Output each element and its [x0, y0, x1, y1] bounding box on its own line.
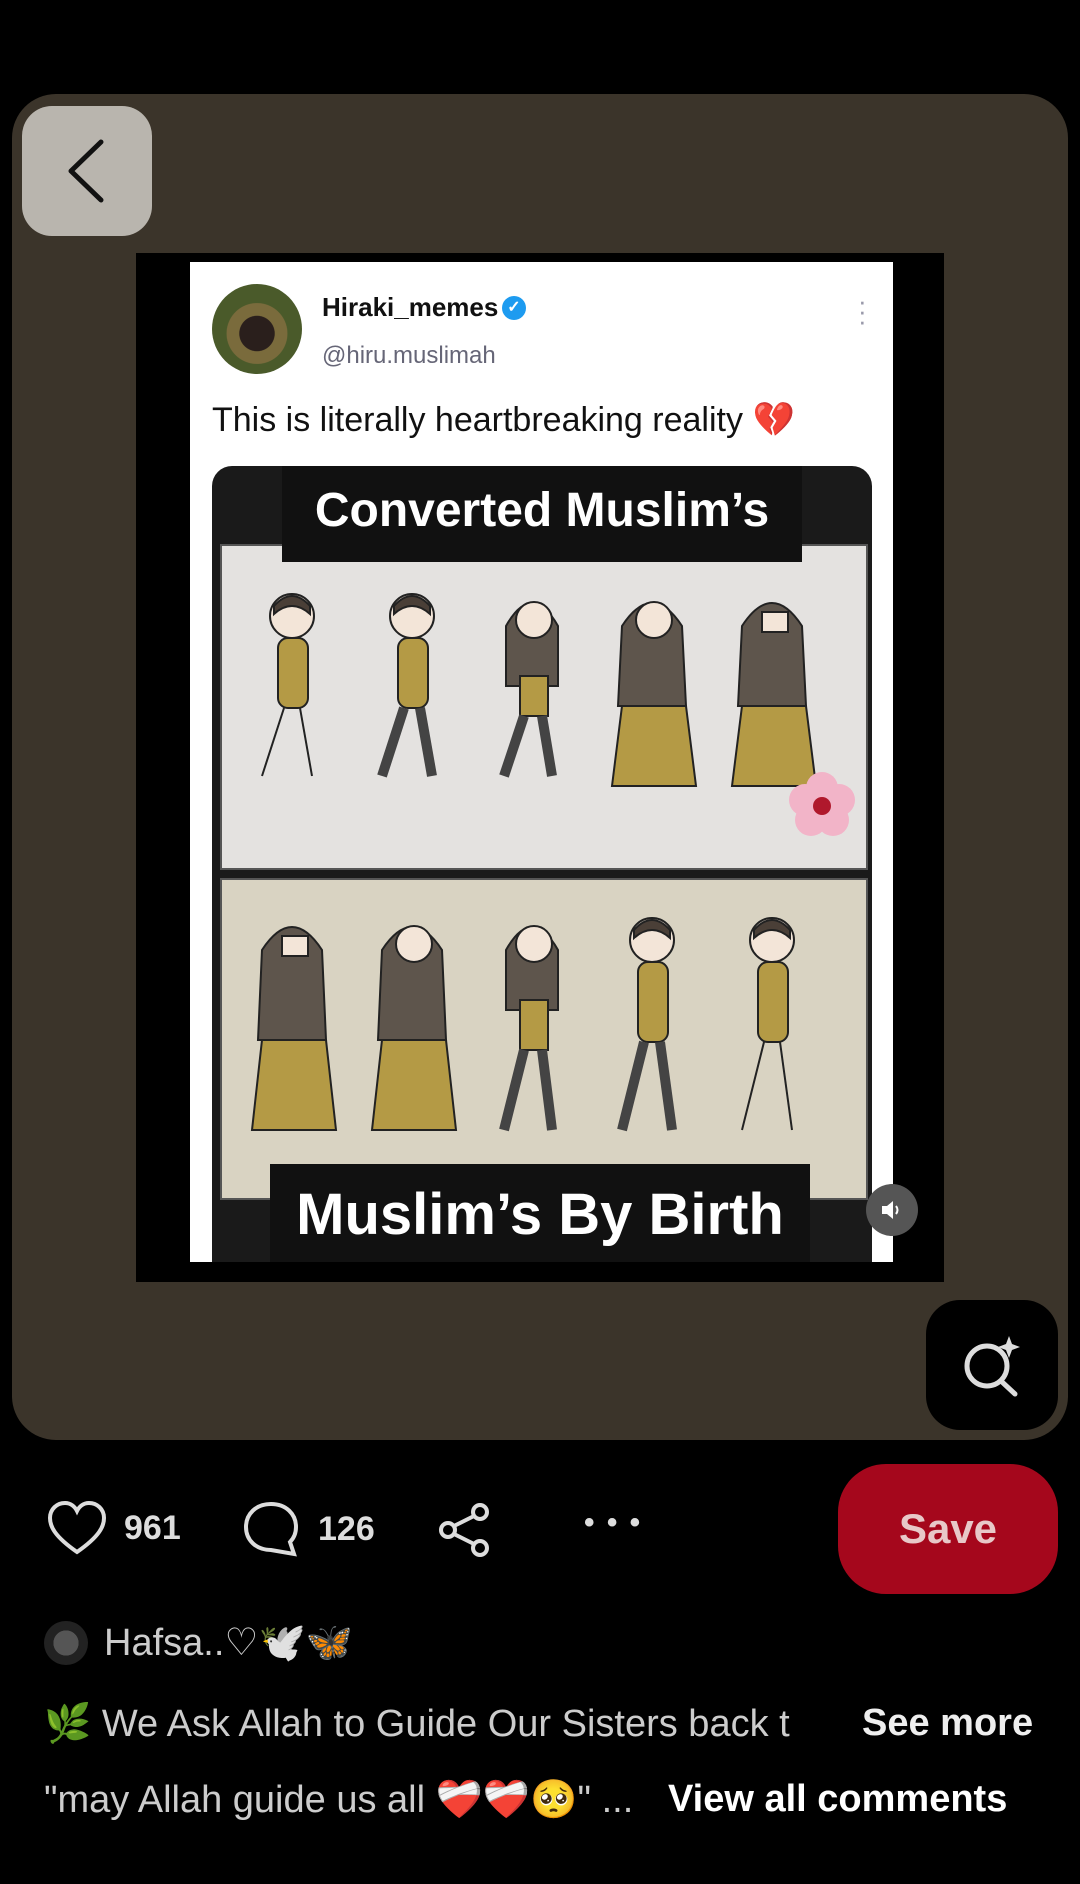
more-vertical-icon: · · ·: [858, 286, 867, 336]
walking-figures-illustration: [261, 593, 855, 836]
comic-caption-top: Converted Muslim’s: [282, 466, 802, 562]
more-options-button[interactable]: • • •: [584, 1506, 642, 1540]
see-more-link[interactable]: See more: [862, 1702, 1033, 1745]
comic-caption-bottom: Muslim’s By Birth: [270, 1164, 810, 1262]
visual-search-button[interactable]: [926, 1300, 1058, 1430]
broken-heart-icon: 💔: [752, 401, 795, 439]
tweet-text: This is literally heartbreaking reality …: [212, 400, 795, 440]
share-button[interactable]: [436, 1502, 492, 1558]
sound-button[interactable]: [866, 1184, 918, 1236]
pin-description: 🌿 We Ask Allah to Guide Our Sisters back…: [44, 1703, 790, 1745]
walking-figures-illustration-reverse: [250, 917, 795, 1132]
pin-author[interactable]: Hafsa..♡🕊️🦋: [44, 1620, 353, 1665]
avatar[interactable]: [44, 1620, 88, 1665]
tweet-text-body: This is literally heartbreaking reality: [212, 401, 743, 439]
top-comment: "may Allah guide us all ❤️‍🩹❤️‍🩹🥺" ...: [44, 1779, 634, 1821]
comment-button[interactable]: 126: [242, 1500, 375, 1558]
like-button[interactable]: 961: [46, 1500, 181, 1556]
comic-illustration: Converted Muslim’s Muslim’s By Birth: [212, 466, 872, 1262]
pin-image[interactable]: Hiraki_memes ✓ @hiru.muslimah · · · This i…: [190, 262, 893, 1262]
save-button[interactable]: Save: [838, 1464, 1058, 1594]
comment-count: 126: [318, 1509, 375, 1548]
tweet-author-name: Hiraki_memes: [322, 292, 499, 322]
tweet-avatar: [212, 284, 302, 374]
comment-bubble-icon: [243, 1501, 299, 1557]
comic-panel-top: [220, 544, 868, 870]
view-all-comments-link[interactable]: View all comments: [668, 1778, 1007, 1821]
chevron-left-icon: [68, 139, 104, 203]
comic-panel-bottom: [220, 878, 868, 1200]
speaker-icon: [882, 1201, 899, 1219]
more-options-icon: • • •: [584, 1506, 643, 1539]
tweet-author-handle: @hiru.muslimah: [322, 342, 496, 369]
back-button[interactable]: [22, 106, 152, 236]
heart-icon: [47, 1500, 107, 1555]
share-icon: [439, 1503, 489, 1557]
lens-search-icon: [964, 1336, 1020, 1397]
author-name[interactable]: Hafsa..♡🕊️🦋: [104, 1620, 353, 1665]
like-count: 961: [124, 1508, 181, 1547]
verified-icon: ✓: [502, 296, 526, 320]
